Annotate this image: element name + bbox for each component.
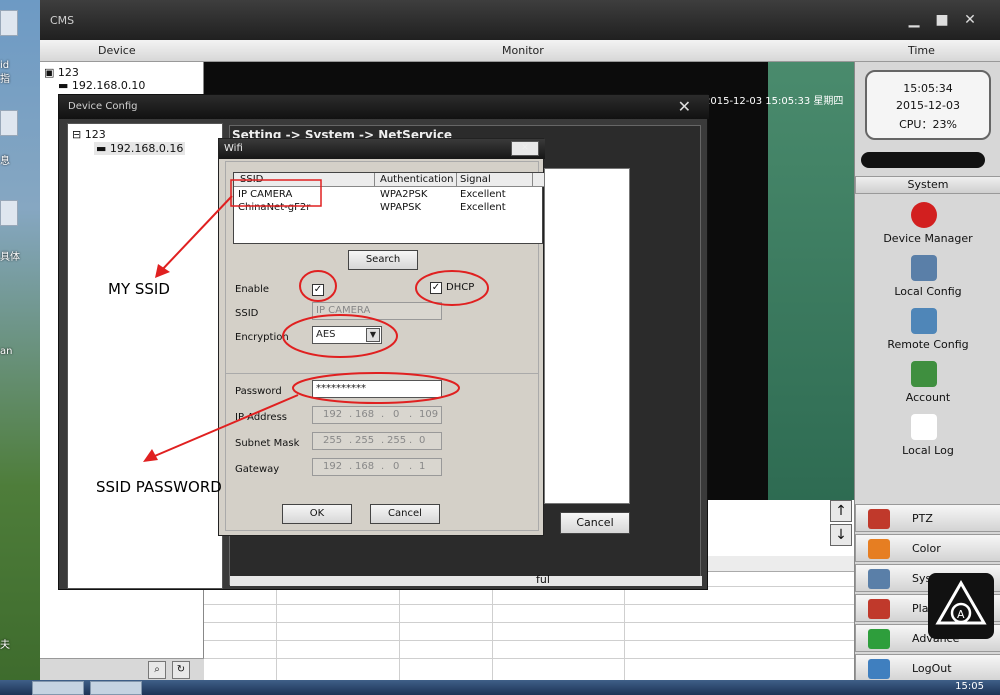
ssid-arrow [159, 195, 233, 273]
enable-highlight [299, 270, 337, 302]
logo-icon: A [935, 579, 987, 625]
taskbar-app-button[interactable] [32, 681, 84, 695]
ssid-password-annotation: SSID PASSWORD [96, 478, 222, 496]
ssid-arrowhead [155, 264, 170, 278]
taskbar-app-button[interactable] [90, 681, 142, 695]
watermark-logo: A [928, 573, 994, 639]
password-highlight [292, 372, 460, 404]
dhcp-highlight [415, 270, 489, 306]
svg-text:A: A [957, 608, 965, 621]
annotation-layer [143, 179, 489, 462]
my-ssid-annotation: MY SSID [108, 280, 170, 298]
encryption-highlight [282, 314, 398, 358]
ssid-highlight-box [230, 179, 322, 207]
taskbar-clock: 15:05 [955, 681, 984, 692]
taskbar: 15:05 [0, 680, 1000, 695]
password-arrow [149, 394, 299, 459]
